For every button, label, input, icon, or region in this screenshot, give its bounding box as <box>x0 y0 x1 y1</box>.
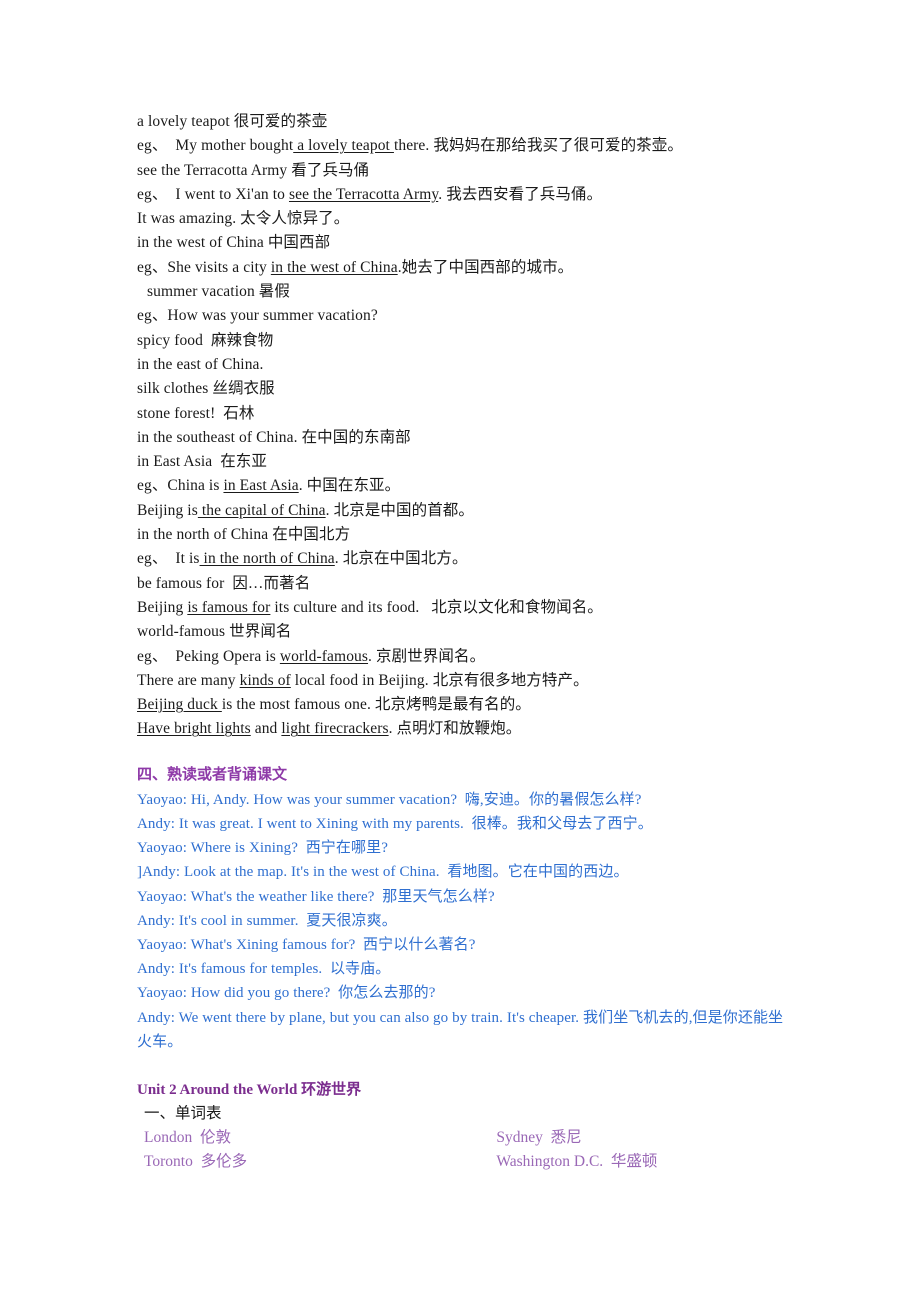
phrase-line: see the Terracotta Army 看了兵马俑 <box>137 159 785 183</box>
phrase-line: in the southeast of China. 在中国的东南部 <box>137 426 785 450</box>
word-cell: Sydney 悉尼 <box>496 1128 582 1146</box>
phrase-line: It was amazing. 太令人惊异了。 <box>137 207 785 231</box>
phrase-text: . 北京是中国的首都。 <box>325 501 474 519</box>
dialogue-line: Yaoyao: Where is Xining? 西宁在哪里? <box>137 840 388 857</box>
phrase-text: . 京剧世界闻名。 <box>368 647 486 665</box>
phrase-line: eg、China is in East Asia. 中国在东亚。 <box>137 474 785 498</box>
phrase-line: in the west of China 中国西部 <box>137 231 785 255</box>
phrase-text: eg、 Peking Opera is <box>137 647 280 665</box>
phrase-text: spicy food 麻辣食物 <box>137 331 274 349</box>
phrase-line: in the east of China. <box>137 353 785 377</box>
phrase-line: Beijing is famous for its culture and it… <box>137 596 785 620</box>
word-cell: Washington D.C. 华盛顿 <box>496 1152 658 1170</box>
underlined-phrase: in the west of China <box>270 258 398 276</box>
phrase-text: stone forest! 石林 <box>137 404 255 422</box>
word-row: Toronto 多伦多 Washington D.C. 华盛顿 <box>137 1150 785 1174</box>
phrase-line: eg、 It is in the north of China. 北京在中国北方… <box>137 547 785 571</box>
phrase-line: summer vacation 暑假 <box>137 280 785 304</box>
phrase-text: local food in Beijing. 北京有很多地方特产。 <box>290 671 589 689</box>
phrase-line: stone forest! 石林 <box>137 402 785 426</box>
phrase-text: in the north of China 在中国北方 <box>137 526 351 544</box>
phrase-line: eg、 I went to Xi'an to see the Terracott… <box>137 183 785 207</box>
phrase-text: a lovely teapot 很可爱的茶壶 <box>137 113 328 130</box>
dialogue-line: Andy: It's cool in summer. 夏天很凉爽。 <box>137 912 397 929</box>
underlined-phrase: world-famous <box>279 647 369 665</box>
underlined-phrase: the capital of China <box>197 501 326 519</box>
phrase-text: eg、China is <box>137 477 224 495</box>
document-page: a lovely teapot 很可爱的茶壶 eg、 My mother boug… <box>137 110 785 1174</box>
phrase-line: in the north of China 在中国北方 <box>137 523 785 547</box>
unit2-heading: Unit 2 Around the World 环游世界 <box>137 1081 362 1098</box>
dialogue-block: Yaoyao: Hi, Andy. How was your summer va… <box>137 788 785 1054</box>
word-cell: London 伦敦 <box>144 1128 231 1146</box>
phrase-text: in the east of China. <box>137 355 264 373</box>
underlined-phrase: light firecrackers <box>281 720 389 738</box>
phrase-line: eg、She visits a city in the west of Chin… <box>137 256 785 280</box>
phrase-line: eg、 My mother bought a lovely teapot the… <box>137 134 785 158</box>
phrase-line: Beijing is the capital of China. 北京是中国的首… <box>137 499 785 523</box>
phrase-text: in the west of China 中国西部 <box>137 234 331 252</box>
word-cell: Toronto 多伦多 <box>144 1152 248 1170</box>
phrase-text: see the Terracotta Army 看了兵马俑 <box>137 161 370 179</box>
phrase-text: . 北京在中国北方。 <box>334 550 468 568</box>
dialogue-line: Andy: It's famous for temples. 以寺庙。 <box>137 961 391 978</box>
dialogue-line: Yaoyao: What's Xining famous for? 西宁以什么著… <box>137 936 476 953</box>
phrase-line: eg、 Peking Opera is world-famous. 京剧世界闻名… <box>137 645 785 669</box>
phrase-line: world-famous 世界闻名 <box>137 620 785 644</box>
phrase-text: eg、 My mother bought <box>137 137 294 155</box>
underlined-phrase: a lovely teapot <box>293 137 394 155</box>
underlined-phrase: is famous for <box>187 598 271 616</box>
phrase-text: silk clothes 丝绸衣服 <box>137 380 275 398</box>
unit2-subheading: 一、单词表 <box>144 1104 222 1122</box>
phrase-text: .她去了中国西部的城市。 <box>397 258 574 276</box>
phrase-text: . 我去西安看了兵马俑。 <box>438 185 603 203</box>
dialogue-line: Yaoyao: What's the weather like there? 那… <box>137 888 495 905</box>
word-list-table: London 伦敦 Sydney 悉尼 Toronto 多伦多 Washington … <box>137 1126 785 1174</box>
dialogue-line: Andy: We went there by plane, but you ca… <box>137 1009 784 1050</box>
dialogue-line: Yaoyao: Hi, Andy. How was your summer va… <box>137 791 642 808</box>
phrase-text: There are many <box>137 671 240 689</box>
phrase-text: Beijing is <box>137 501 198 519</box>
underlined-phrase: Have bright lights <box>137 720 251 738</box>
word-row: London 伦敦 Sydney 悉尼 <box>137 1126 785 1150</box>
phrase-text: in the southeast of China. 在中国的东南部 <box>137 428 411 446</box>
phrase-text: . 中国在东亚。 <box>298 477 401 495</box>
underlined-phrase: in the north of China <box>199 550 335 568</box>
dialogue-line: ]Andy: Look at the map. It's in the west… <box>137 864 629 881</box>
underlined-phrase: see the Terracotta Army <box>288 185 439 203</box>
phrase-line: Have bright lights and light firecracker… <box>137 717 785 741</box>
phrase-text: is the most famous one. 北京烤鸭是最有名的。 <box>221 696 531 714</box>
phrase-line: a lovely teapot 很可爱的茶壶 <box>137 110 785 134</box>
phrase-text: there. 我妈妈在那给我买了很可爱的茶壶。 <box>393 137 683 155</box>
dialogue-line: Andy: It was great. I went to Xining wit… <box>137 815 653 832</box>
phrase-text: world-famous 世界闻名 <box>137 623 292 641</box>
phrase-text: its culture and its food. 北京以文化和食物闻名。 <box>270 598 603 616</box>
section-heading-4: 四、熟读或者背诵课文 <box>137 766 288 783</box>
phrase-line: eg、How was your summer vacation? <box>137 304 785 328</box>
underlined-phrase: Beijing duck <box>137 696 222 714</box>
phrase-text: summer vacation 暑假 <box>143 283 290 301</box>
underlined-phrase: in East Asia <box>223 477 299 495</box>
phrase-text: eg、 It is <box>137 550 200 568</box>
word-list-body: London 伦敦 Sydney 悉尼 Toronto 多伦多 Washington … <box>137 1126 785 1174</box>
phrase-text: in East Asia 在东亚 <box>137 453 267 471</box>
phrase-list: a lovely teapot 很可爱的茶壶 eg、 My mother boug… <box>137 110 785 742</box>
dialogue-line: Yaoyao: How did you go there? 你怎么去那的? <box>137 985 436 1002</box>
phrase-line: spicy food 麻辣食物 <box>137 329 785 353</box>
phrase-line: Beijing duck is the most famous one. 北京烤… <box>137 693 785 717</box>
phrase-line: There are many kinds of local food in Be… <box>137 669 785 693</box>
phrase-text: eg、How was your summer vacation? <box>137 307 378 325</box>
phrase-text: and <box>250 720 282 738</box>
phrase-text: eg、 I went to Xi'an to <box>137 185 289 203</box>
phrase-text: Beijing <box>137 598 188 616</box>
phrase-text: . 点明灯和放鞭炮。 <box>388 720 522 738</box>
phrase-text: eg、She visits a city <box>137 258 271 276</box>
phrase-line: be famous for 因…而著名 <box>137 572 785 596</box>
phrase-line: in East Asia 在东亚 <box>137 450 785 474</box>
phrase-text: It was amazing. 太令人惊异了。 <box>137 210 350 228</box>
phrase-text: be famous for 因…而著名 <box>137 574 311 592</box>
underlined-phrase: kinds of <box>239 671 291 689</box>
phrase-line: silk clothes 丝绸衣服 <box>137 377 785 401</box>
